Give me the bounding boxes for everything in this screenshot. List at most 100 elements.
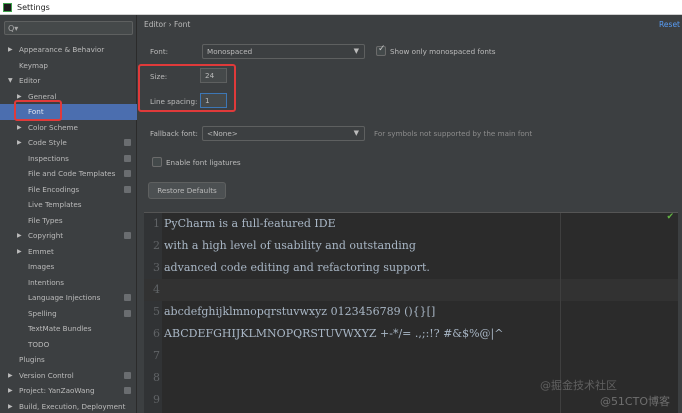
project-scope-icon: [124, 170, 131, 177]
preview-line: 8: [144, 367, 164, 389]
sidebar-item-emmet[interactable]: ▶ Emmet: [0, 244, 137, 260]
sidebar-item-copyright[interactable]: ▶ Copyright: [0, 228, 137, 244]
fallback-hint: For symbols not supported by the main fo…: [374, 129, 533, 138]
font-value: Monospaced: [207, 47, 253, 56]
watermark-51cto: @51CTO博客: [599, 395, 670, 408]
sidebar-item-label: Code Style: [28, 138, 67, 147]
chevron-down-icon[interactable]: ▼: [8, 73, 13, 89]
watermark-juejin: @掘金技术社区: [540, 379, 617, 392]
line-spacing-field[interactable]: 1: [200, 93, 227, 108]
chevron-right-icon[interactable]: ▶: [17, 244, 22, 260]
preview-line: 4: [144, 279, 164, 301]
project-scope-icon: [124, 154, 131, 162]
line-number: 7: [153, 349, 160, 362]
line-number: 9: [153, 393, 160, 406]
font-settings-panel: Editor › Font Reset Font: Monospaced ▼ S…: [138, 15, 682, 413]
project-scope-icon: [124, 294, 131, 301]
settings-sidebar: Q▾ ▶ Appearance & Behavior Keymap ▼ Editor ▶ G…: [0, 15, 137, 413]
sidebar-item-spelling[interactable]: Spelling: [0, 306, 137, 322]
chevron-right-icon[interactable]: ▶: [17, 135, 22, 151]
sidebar-item-label: File Encodings: [28, 184, 80, 194]
line-number: 8: [153, 371, 160, 384]
sidebar-item-label: TextMate Bundles: [28, 324, 92, 333]
project-scope-icon: [124, 371, 131, 379]
sidebar-item-label: File Types: [28, 215, 63, 225]
sidebar-item-inspections[interactable]: Inspections: [0, 151, 137, 167]
sidebar-item-label: Build, Execution, Deployment: [19, 401, 126, 411]
line-number: 1: [153, 217, 160, 230]
chevron-right-icon[interactable]: ▶: [17, 228, 22, 244]
preview-line: 6 ABCDEFGHIJKLMNOPQRSTUVWXYZ +-*/= .,;:!?…: [144, 323, 503, 345]
sidebar-item-build-execution-deployment[interactable]: ▶ Build, Execution, Deployment: [0, 399, 137, 413]
sidebar-item-label: Live Templates: [28, 200, 82, 209]
window-title: Settings: [17, 2, 50, 12]
reset-link[interactable]: Reset: [659, 20, 680, 29]
line-number: 2: [153, 239, 160, 252]
sidebar-item-label: Intentions: [28, 277, 64, 287]
sidebar-item-color-scheme[interactable]: ▶ Color Scheme: [0, 120, 137, 136]
line-spacing-label: Line spacing:: [150, 97, 198, 106]
pycharm-app-icon: [3, 2, 12, 12]
line-text: advanced code editing and refactoring su…: [164, 261, 430, 274]
sidebar-item-label: Inspections: [28, 153, 69, 163]
preview-line: 9: [144, 389, 164, 411]
sidebar-item-file-encodings[interactable]: File Encodings: [0, 182, 137, 198]
font-label: Font:: [150, 47, 169, 56]
sidebar-item-plugins[interactable]: Plugins: [0, 352, 137, 368]
sidebar-item-label: Project: YanZaoWang: [19, 386, 95, 395]
chevron-right-icon[interactable]: ▶: [8, 42, 13, 58]
preview-line: 3 advanced code editing and refactoring s…: [144, 257, 430, 279]
chevron-right-icon[interactable]: ▶: [17, 89, 22, 105]
chevron-right-icon[interactable]: ▶: [8, 399, 13, 413]
settings-tree: ▶ Appearance & Behavior Keymap ▼ Editor ▶ Gene…: [0, 42, 137, 413]
sidebar-item-label: Emmet: [28, 246, 54, 256]
chevron-right-icon[interactable]: ▶: [17, 120, 22, 136]
search-icon: Q▾: [8, 23, 19, 33]
sidebar-item-font[interactable]: Font: [0, 104, 137, 120]
current-line-highlight: [144, 279, 678, 301]
restore-defaults-button[interactable]: Restore Defaults: [148, 182, 226, 199]
sidebar-item-file-types[interactable]: File Types: [0, 213, 137, 229]
line-text: with a high level of usability and outst…: [164, 239, 416, 252]
size-field[interactable]: 24: [200, 68, 227, 83]
line-text: abcdefghijklmnopqrstuvwxyz 0123456789 ()…: [164, 305, 436, 318]
chevron-down-icon: ▼: [353, 129, 359, 137]
sidebar-item-version-control[interactable]: ▶ Version Control: [0, 368, 137, 384]
font-combobox[interactable]: Monospaced ▼: [202, 44, 365, 59]
sidebar-item-live-templates[interactable]: Live Templates: [0, 197, 137, 213]
line-text: ABCDEFGHIJKLMNOPQRSTUVWXYZ +-*/= .,;:!? …: [164, 327, 504, 340]
sidebar-item-label: Spelling: [28, 308, 57, 318]
sidebar-item-label: General: [28, 91, 57, 101]
sidebar-item-intentions[interactable]: Intentions: [0, 275, 137, 291]
sidebar-item-textmate-bundles[interactable]: TextMate Bundles: [0, 321, 137, 337]
line-number: 6: [153, 327, 160, 340]
sidebar-item-appearance-behavior[interactable]: ▶ Appearance & Behavior: [0, 42, 137, 58]
settings-search-field[interactable]: Q▾: [4, 21, 133, 35]
sidebar-item-editor[interactable]: ▼ Editor: [0, 73, 137, 89]
project-scope-icon: [124, 185, 131, 193]
ligatures-checkbox[interactable]: [152, 157, 162, 167]
fallback-font-combobox[interactable]: <None> ▼: [202, 126, 365, 141]
sidebar-item-label: Appearance & Behavior: [19, 45, 105, 54]
window-titlebar: Settings: [0, 0, 682, 15]
chevron-right-icon[interactable]: ▶: [8, 383, 13, 399]
only-monospaced-label: Show only monospaced fonts: [390, 47, 496, 56]
only-monospaced-checkbox[interactable]: [376, 44, 386, 56]
sidebar-item-todo[interactable]: TODO: [0, 337, 137, 353]
sidebar-item-keymap[interactable]: Keymap: [0, 58, 137, 74]
sidebar-item-language-injections[interactable]: Language Injections: [0, 290, 137, 306]
chevron-right-icon[interactable]: ▶: [8, 368, 13, 384]
sidebar-item-images[interactable]: Images: [0, 259, 137, 275]
line-number: 4: [153, 283, 160, 296]
sidebar-item-label: Images: [28, 262, 55, 271]
sidebar-item-project-yanzaowang[interactable]: ▶ Project: YanZaoWang: [0, 383, 137, 399]
sidebar-item-label: Plugins: [19, 355, 45, 364]
sidebar-item-code-style[interactable]: ▶ Code Style: [0, 135, 137, 151]
sidebar-item-general[interactable]: ▶ General: [0, 89, 137, 105]
sidebar-item-label: TODO: [28, 339, 50, 349]
project-scope-icon: [124, 139, 131, 146]
fallback-font-label: Fallback font:: [150, 129, 198, 138]
sidebar-item-file-and-code-templates[interactable]: File and Code Templates: [0, 166, 137, 182]
preview-line: 5 abcdefghijklmnopqrstuvwxyz 0123456789 (…: [144, 301, 435, 323]
sidebar-item-label: Font: [28, 107, 44, 116]
